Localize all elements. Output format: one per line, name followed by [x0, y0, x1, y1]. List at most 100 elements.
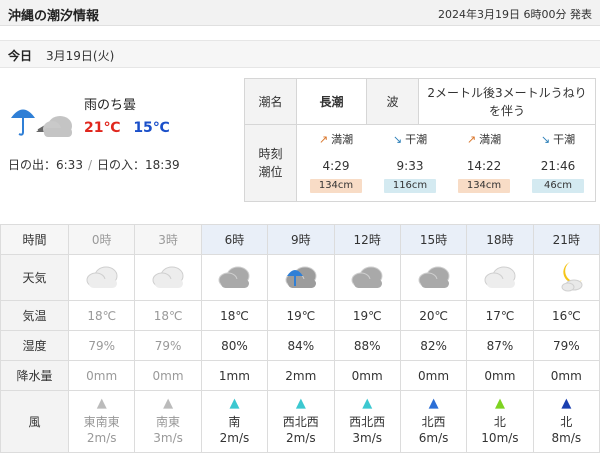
time-cell: 0時 [67, 224, 136, 255]
page-title: 沖縄の潮汐情報 [8, 9, 100, 24]
temp-cell: 18℃ [67, 300, 136, 331]
tide-arrow-icon: ↘ [540, 133, 551, 146]
tide-level: 46cm [532, 179, 584, 193]
low-temp: 15℃ [133, 120, 170, 136]
temp-cell: 17℃ [466, 300, 534, 331]
weather-cell [333, 254, 401, 301]
wind-cell: ▲ 西北西 3m/s [333, 390, 401, 453]
precip-row: 降水量 0mm 0mm 1mm 2mm 0mm 0mm 0mm 0mm [0, 360, 600, 391]
temp-cell: 16℃ [532, 300, 600, 331]
wind-speed: 8m/s [551, 431, 582, 445]
time-cell: 12時 [333, 224, 401, 255]
temp-cell: 18℃ [134, 300, 202, 331]
precip-cell: 0mm [399, 360, 468, 391]
humidity-cell: 79% [532, 330, 600, 361]
humidity-cell: 87% [466, 330, 534, 361]
cloud-icon [69, 258, 134, 297]
wind-arrow-icon: ▲ [561, 396, 572, 411]
wind-arrow-icon: ▲ [494, 396, 505, 411]
weather-cell [200, 254, 269, 301]
wind-arrow-icon: ▲ [96, 396, 107, 411]
weather-cell [399, 254, 468, 301]
wave-value: 2メートル後3メートルうねりを伴う [427, 85, 587, 118]
wind-speed: 3m/s [352, 431, 382, 445]
tide-event: ↘ 干潮 9:33 116cm [373, 125, 447, 201]
tide-event: ↗ 満潮 14:22 134cm [447, 125, 521, 201]
wind-arrow-icon: ▲ [229, 396, 240, 411]
precip-cell: 1mm [200, 360, 269, 391]
cloud-icon [202, 258, 267, 297]
wind-direction: 北西 [421, 415, 446, 429]
weather-cell [67, 254, 136, 301]
precip-cell: 2mm [267, 360, 335, 391]
day-bar: 今日 3月19日(火) [0, 40, 600, 68]
tide-panel: 潮名 長潮 波 2メートル後3メートルうねりを伴う 時刻 潮位 ↗ 満潮 4:29 … [244, 78, 596, 202]
wind-direction: 東南東 [83, 415, 120, 429]
wind-speed: 2m/s [86, 431, 117, 445]
wind-speed: 6m/s [418, 431, 449, 445]
time-cell: 3時 [134, 224, 202, 255]
wind-direction: 南 [228, 415, 241, 429]
wind-cell: ▲ 北 8m/s [532, 390, 600, 453]
wind-cell: ▲ 東南東 2m/s [67, 390, 136, 453]
wind-speed: 10m/s [481, 431, 519, 445]
tide-event: ↗ 満潮 4:29 134cm [299, 125, 373, 201]
wind-direction: 西北西 [349, 415, 386, 429]
time-cell: 18時 [466, 224, 534, 255]
rain-then-cloud-icon [11, 109, 72, 137]
time-row: 時間 0時 3時 6時 9時 12時 15時 18時 21時 [0, 224, 600, 255]
temp-cell: 19℃ [267, 300, 335, 331]
tide-level: 116cm [384, 179, 436, 193]
wind-direction: 西北西 [282, 415, 319, 429]
today-date: 3月19日(火) [46, 49, 115, 63]
hourly-forecast-table: 時間 0時 3時 6時 9時 12時 15時 18時 21時 天気 気温 18℃ 18℃ 18℃ 19℃… [0, 224, 600, 453]
humidity-row: 湿度 79% 79% 80% 84% 88% 82% 87% 79% [0, 330, 600, 361]
temp-cell: 19℃ [333, 300, 401, 331]
wind-cell: ▲ 西北西 2m/s [267, 390, 335, 453]
precip-cell: 0mm [532, 360, 600, 391]
moon-cloud-icon [534, 258, 599, 297]
humidity-cell: 79% [134, 330, 202, 361]
wind-cell: ▲ 南 2m/s [200, 390, 269, 453]
cloud-icon [335, 258, 400, 297]
weather-cell [134, 254, 202, 301]
weather-cell [267, 254, 335, 301]
precip-cell: 0mm [466, 360, 534, 391]
issued-time: 2024年3月19日 6時00分 発表 [438, 8, 592, 21]
today-temps: 21℃ 15℃ [84, 120, 170, 136]
precip-cell: 0mm [67, 360, 136, 391]
tide-level: 134cm [458, 179, 510, 193]
weather-row: 天気 [0, 254, 600, 301]
high-temp: 21℃ [84, 120, 121, 136]
precip-cell: 0mm [333, 360, 401, 391]
tide-event: ↘ 干潮 21:46 46cm [521, 125, 595, 201]
temp-cell: 18℃ [200, 300, 269, 331]
wind-speed: 2m/s [286, 431, 316, 445]
today-label: 今日 [8, 49, 33, 63]
time-cell: 9時 [267, 224, 335, 255]
sunrise: 日の出：6:33 [8, 158, 83, 172]
tide-arrow-icon: ↗ [466, 133, 477, 146]
wind-direction: 北 [560, 415, 573, 429]
wave-label: 波 [367, 79, 419, 124]
cloud-icon [467, 258, 532, 297]
tide-level: 134cm [310, 179, 362, 193]
time-cell: 15時 [399, 224, 468, 255]
cloud-icon [401, 258, 466, 297]
wind-direction: 北 [493, 415, 506, 429]
page-header: 沖縄の潮汐情報 2024年3月19日 6時00分 発表 [0, 0, 600, 26]
tide-times-label: 時刻 潮位 [245, 125, 297, 201]
humidity-cell: 84% [267, 330, 335, 361]
sun-times: 日の出：6:33/日の入：18:39 [8, 158, 180, 172]
time-cell: 6時 [200, 224, 269, 255]
weather-cell [466, 254, 534, 301]
temp-cell: 20℃ [399, 300, 468, 331]
tide-name-label: 潮名 [245, 79, 297, 124]
wind-cell: ▲ 南東 3m/s [134, 390, 202, 453]
wind-cell: ▲ 北 10m/s [466, 390, 534, 453]
wind-speed: 3m/s [153, 431, 183, 445]
wind-direction: 南東 [156, 415, 181, 429]
wind-arrow-icon: ▲ [362, 396, 373, 411]
temp-row: 気温 18℃ 18℃ 18℃ 19℃ 19℃ 20℃ 17℃ 16℃ [0, 300, 600, 331]
humidity-cell: 79% [67, 330, 136, 361]
